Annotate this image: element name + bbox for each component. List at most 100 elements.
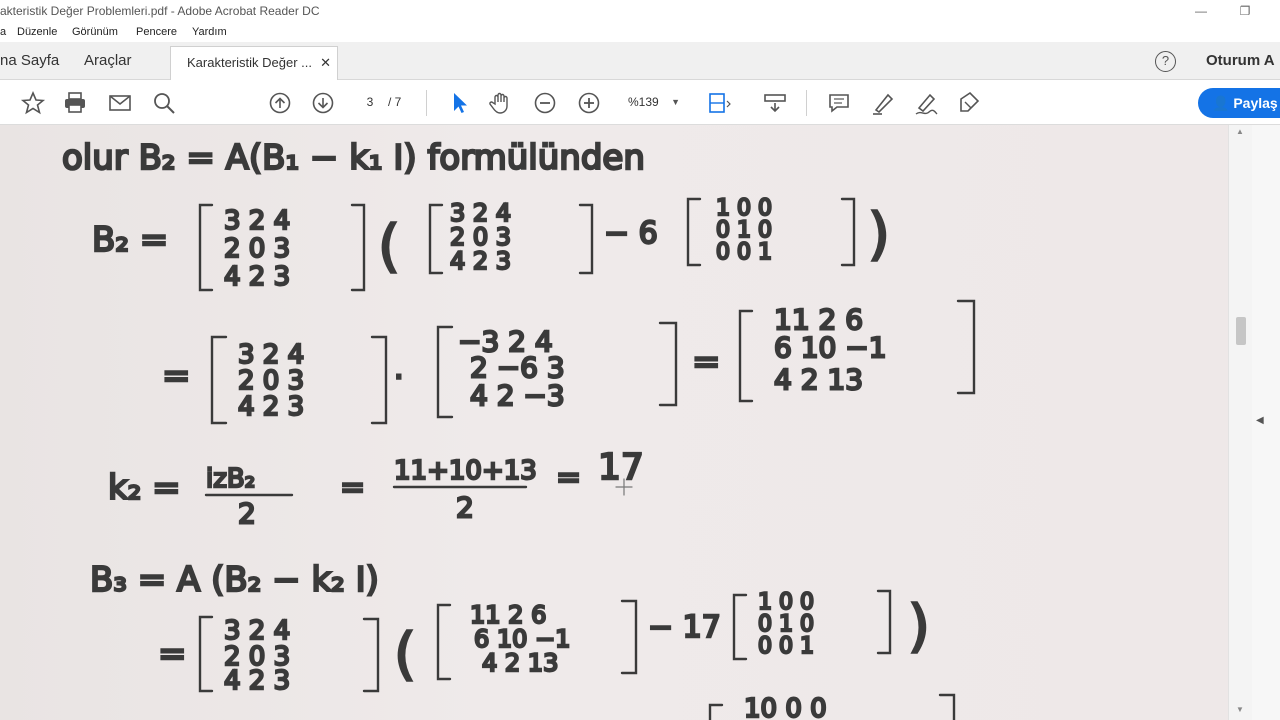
- menu-view[interactable]: Görünüm: [72, 26, 118, 38]
- fit-page-icon[interactable]: [706, 90, 732, 116]
- tab-document[interactable]: Karakteristik Değer ... ✕: [170, 46, 338, 80]
- tab-document-label: Karakteristik Değer ...: [187, 55, 312, 70]
- bracket-left: [436, 325, 454, 419]
- bracket-right: [840, 197, 856, 267]
- comment-icon[interactable]: [826, 90, 852, 116]
- expand-panel-icon[interactable]: ◀: [1256, 415, 1264, 426]
- print-icon[interactable]: [62, 90, 88, 116]
- vertical-scrollbar[interactable]: ▲ ▼: [1228, 125, 1252, 720]
- document-page[interactable]: olur B₂ = A(B₁ − k₁ I) formülünden B₂ = …: [0, 125, 1228, 720]
- signin-link[interactable]: Oturum A: [1206, 42, 1275, 80]
- zoom-select[interactable]: %139 ▼: [620, 92, 684, 112]
- handwritten-page: olur B₂ = A(B₁ − k₁ I) formülünden B₂ = …: [61, 137, 976, 720]
- matrix-row: 10 0 0: [744, 694, 827, 720]
- zoom-in-icon[interactable]: [576, 90, 602, 116]
- tab-tools[interactable]: Araçlar: [84, 42, 132, 80]
- scrollbar-thumb[interactable]: [1236, 317, 1246, 345]
- next-page-icon[interactable]: [310, 90, 336, 116]
- hw-equals: =: [340, 470, 365, 505]
- bracket-left: [198, 615, 214, 693]
- toolbar-divider: [426, 90, 427, 116]
- hw-equals: =: [556, 460, 581, 495]
- scroll-down-icon[interactable]: ▼: [1236, 705, 1244, 714]
- bracket-left: [686, 197, 702, 267]
- hw-b2-label: B₂ =: [92, 220, 168, 260]
- window-title: akteristik Değer Problemleri.pdf - Adobe…: [0, 4, 320, 18]
- hw-dot: ·: [394, 360, 404, 395]
- menu-bar: a Düzenle Görünüm Pencere Yardım: [0, 22, 1280, 42]
- hw-equals: =: [158, 634, 187, 674]
- search-icon[interactable]: [151, 90, 177, 116]
- hw-fraction-num: 11+10+13: [394, 456, 537, 486]
- right-panel: ◀: [1252, 125, 1280, 720]
- title-bar: akteristik Değer Problemleri.pdf - Adobe…: [0, 0, 1280, 22]
- paren-close: ): [868, 202, 890, 267]
- bracket-right: [938, 693, 956, 720]
- hw-line-5: B₃ = A (B₂ − k₂ I): [90, 560, 379, 600]
- hw-fraction-den: 2: [456, 491, 474, 524]
- draw-sign-icon[interactable]: [913, 90, 939, 116]
- email-icon[interactable]: [107, 90, 133, 116]
- share-user-icon: 👤: [1212, 95, 1234, 111]
- bracket-left: [198, 203, 214, 292]
- bracket-right: [956, 299, 976, 395]
- edit-tools-icon[interactable]: [956, 90, 982, 116]
- matrix-row: 4 2 13: [482, 649, 558, 677]
- highlight-pen-icon[interactable]: [870, 90, 896, 116]
- close-tab-icon[interactable]: ✕: [320, 47, 331, 79]
- paren-close: ): [908, 594, 930, 659]
- scroll-mode-icon[interactable]: [762, 90, 788, 116]
- hand-tool-icon[interactable]: [488, 90, 514, 116]
- page-number-input[interactable]: 3: [356, 92, 384, 112]
- restore-icon[interactable]: ❐: [1230, 2, 1260, 20]
- hw-result: 17: [598, 447, 644, 488]
- bracket-left: [708, 703, 724, 720]
- bracket-right: [658, 321, 678, 407]
- bracket-right: [362, 617, 380, 693]
- menu-file[interactable]: a: [0, 26, 6, 38]
- page-total: / 7: [388, 95, 402, 109]
- menu-window[interactable]: Pencere: [136, 26, 177, 38]
- bracket-right: [370, 335, 388, 425]
- toolbar: 3 / 7 %139 ▼ 👤 Paylaş: [0, 80, 1280, 125]
- menu-edit[interactable]: Düzenle: [17, 26, 57, 38]
- bracket-right: [620, 599, 638, 675]
- select-cursor-icon[interactable]: [446, 90, 472, 116]
- share-button[interactable]: 👤 Paylaş: [1198, 88, 1280, 118]
- menu-help[interactable]: Yardım: [192, 26, 227, 38]
- matrix-row: 3 2 4: [224, 206, 290, 236]
- matrix-row: 2 0 3: [224, 234, 290, 264]
- hw-k2-label: k₂ =: [108, 468, 181, 508]
- bracket-left: [436, 603, 452, 681]
- matrix-row: 4 2 3: [450, 247, 511, 275]
- minimize-icon[interactable]: —: [1186, 2, 1216, 20]
- hw-equals: =: [162, 356, 191, 396]
- matrix-row: 6 10 −1: [774, 331, 887, 364]
- hw-fraction-num: izB₂: [206, 464, 255, 494]
- bracket-left: [428, 203, 444, 275]
- help-icon[interactable]: ?: [1155, 51, 1176, 72]
- tab-bar: na Sayfa Araçlar Karakteristik Değer ...…: [0, 42, 1280, 80]
- matrix-row: 4 2 −3: [470, 379, 565, 412]
- zoom-out-icon[interactable]: [532, 90, 558, 116]
- matrix-row: 4 2 13: [774, 363, 863, 396]
- matrix-row: 0 0 1: [758, 634, 814, 659]
- scroll-up-icon[interactable]: ▲: [1236, 127, 1244, 136]
- hw-line-1: olur B₂ = A(B₁ − k₁ I) formülünden: [62, 138, 645, 178]
- matrix-row: 4 2 3: [238, 392, 304, 422]
- bookmark-star-icon[interactable]: [20, 90, 46, 116]
- hw-minus-6: − 6: [604, 216, 658, 251]
- tab-home[interactable]: na Sayfa: [0, 42, 59, 80]
- hw-fraction-den: 2: [238, 497, 256, 530]
- zoom-value: %139: [628, 95, 659, 109]
- bracket-left: [732, 593, 748, 661]
- paren-open: (: [394, 622, 416, 687]
- bracket-right: [876, 589, 892, 655]
- matrix-row: 4 2 3: [224, 666, 290, 696]
- bracket-right: [350, 203, 366, 292]
- previous-page-icon[interactable]: [267, 90, 293, 116]
- matrix-row: 0 0 1: [716, 240, 772, 265]
- toolbar-divider: [806, 90, 807, 116]
- hw-equals: =: [692, 342, 721, 382]
- matrix-row: 4 2 3: [224, 262, 290, 292]
